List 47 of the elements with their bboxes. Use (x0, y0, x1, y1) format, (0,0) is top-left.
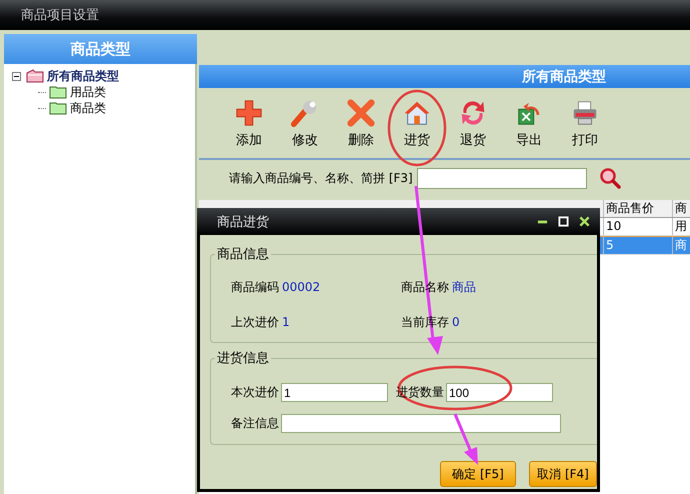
field-label: 上次进价 (231, 314, 279, 331)
section-title: 所有商品类型 (522, 68, 606, 86)
collapse-toggle[interactable] (12, 72, 21, 80)
table-cell: 10 (603, 218, 672, 235)
dialog-button[interactable]: 取消 [F4] (529, 461, 597, 487)
column-header[interactable]: 商 (672, 200, 690, 217)
toolbar-button[interactable]: 打印 (557, 98, 613, 148)
price-field[interactable]: 1 (281, 383, 388, 402)
close-icon[interactable] (579, 216, 590, 227)
field-label: 备注信息 (231, 415, 279, 432)
dialog-title: 商品进货 (217, 214, 269, 230)
delete-icon (346, 98, 376, 128)
table-cell: 5 (603, 237, 672, 254)
plus-icon (234, 98, 264, 128)
field-label: 本次进价 (231, 384, 279, 401)
folder-icon (49, 101, 67, 115)
column-header[interactable]: 商品售价 (603, 200, 672, 217)
quantity-field[interactable]: 100 (446, 383, 553, 402)
note-field[interactable] (281, 414, 561, 433)
search-label: 请输入商品编号、名称、简拼 [F3] (229, 170, 413, 186)
pointer-arrow (454, 413, 478, 465)
toolbar-button[interactable]: 导出 (501, 98, 557, 148)
tree-item[interactable]: 商品类 (70, 100, 106, 116)
field-value: 0 (452, 315, 460, 329)
field-label: 商品编码 (231, 279, 279, 296)
field-value: 1 (282, 315, 290, 329)
folder-icon (49, 85, 67, 99)
toolbar-button[interactable]: 修改 (277, 98, 333, 148)
folder-icon (26, 69, 44, 83)
toolbar-button[interactable]: 进货 (389, 98, 445, 148)
tree-item[interactable]: 用品类 (70, 84, 106, 100)
group-title: 进货信息 (216, 350, 270, 367)
table-cell: 商 (672, 237, 690, 254)
toolbar-button[interactable]: 添加 (221, 98, 277, 148)
search-field[interactable] (416, 168, 587, 188)
toolbar-button[interactable]: 删除 (333, 98, 389, 148)
dialog-button[interactable]: 确定 [F5] (440, 461, 516, 487)
panel-title: 商品类型 (70, 40, 130, 58)
field-value: 00002 (282, 280, 320, 294)
tree-item[interactable]: 所有商品类型 (47, 68, 119, 84)
table-cell: 用 (672, 218, 690, 235)
window-title: 商品项目设置 (21, 7, 99, 24)
group-title: 商品信息 (216, 246, 270, 263)
search-icon[interactable] (598, 167, 621, 189)
maximize-icon[interactable] (558, 216, 569, 227)
toolbar-button[interactable]: 退货 (445, 98, 501, 148)
field-value: 商品 (452, 279, 476, 296)
